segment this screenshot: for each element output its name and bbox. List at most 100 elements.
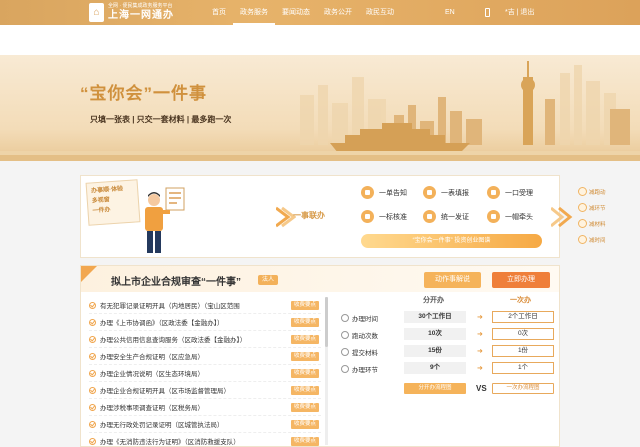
flow-step-notify: 一单告知 — [361, 186, 407, 199]
person-illustration — [145, 187, 185, 253]
arrow-right-icon: ➜ — [477, 314, 483, 321]
requirements-button[interactable]: 收费要点 — [290, 301, 319, 310]
value-separate: 30个工作日 — [404, 311, 466, 323]
apply-now-button[interactable]: 立即办理 — [492, 272, 550, 288]
compare-row-time: 办理时间 30个工作日 ➜ 2个工作日 — [336, 309, 556, 326]
check-icon — [89, 403, 96, 411]
value-combined: 0次 — [492, 328, 554, 340]
list-item[interactable]: 办理安全生产合规证明（区应急局） 收费要点 — [89, 348, 321, 365]
logo-emblem-icon: ⌂ — [89, 3, 104, 22]
vs-label: VS — [476, 384, 487, 393]
benefit-icon — [578, 235, 587, 244]
clock-icon — [341, 314, 349, 322]
list-item[interactable]: 办理《上市协调函》（区政法委【金融办】） 收费要点 — [89, 314, 321, 331]
flow-step-lead: 一帽牵头 — [487, 210, 533, 223]
check-icon — [89, 369, 96, 377]
benefit-less-steps: 减环节 — [578, 203, 606, 212]
compare-label: 提交材料 — [352, 350, 378, 357]
requirements-button[interactable]: 收费要点 — [290, 352, 319, 361]
flow-split-arrow-icon — [551, 206, 573, 228]
list-item[interactable]: 办理企业合规证明开具（区市场监督管理局） 收费要点 — [89, 382, 321, 399]
list-item[interactable]: 有无犯罪记录证明开具（内地居民）（宝山区范围 收费要点 — [89, 297, 321, 314]
mobile-icon[interactable] — [485, 8, 490, 17]
compare-row-materials: 提交材料 15份 ➜ 1份 — [336, 343, 556, 360]
flow-overview-card: 办事顺·体验 多视窗 一件办 一事联办 一单告知 一表填报 一口受理 一标核准 … — [80, 175, 606, 258]
requirements-button[interactable]: 收费要点 — [290, 403, 319, 412]
separate-flowchart-button[interactable]: 分开办流程图 — [404, 383, 466, 394]
sub-item-list: 有无犯罪记录证明开具（内地居民）（宝山区范围 收费要点 办理《上市协调函》（区政法… — [89, 297, 321, 447]
main-nav: 首页 政务服务 要闻动态 政务公开 政民互动 — [205, 0, 401, 25]
value-combined: 1个 — [492, 362, 554, 374]
benefit-less-trips: 减跑动 — [578, 187, 606, 196]
list-item[interactable]: 办理公共信用信息查询服务（区政法委【金融办】） 收费要点 — [89, 331, 321, 348]
flow-step-form: 一表填报 — [423, 186, 469, 199]
requirements-button[interactable]: 收费要点 — [290, 369, 319, 378]
flow-step-accept: 一口受理 — [487, 186, 533, 199]
list-item[interactable]: 办理企业情况说明（区生态环境局） 收费要点 — [89, 365, 321, 382]
compare-row-trips: 跑动次数 10次 ➜ 0次 — [336, 326, 556, 343]
nav-public[interactable]: 政务公开 — [317, 0, 359, 25]
benefit-icon — [578, 203, 587, 212]
compare-label: 办理环节 — [352, 367, 378, 374]
requirements-button[interactable]: 收费要点 — [290, 437, 319, 446]
value-combined: 1份 — [492, 345, 554, 357]
list-scrollbar[interactable] — [325, 297, 328, 445]
check-icon — [89, 352, 96, 360]
flow-center-label: 一事联办 — [293, 211, 325, 220]
site-logo[interactable]: ⌂ 全网 · 便民集成政务服务平台 上海一网通办 — [89, 2, 174, 23]
notice-icon — [361, 186, 374, 199]
check-icon — [89, 301, 96, 309]
flow-step-label: 一表填报 — [441, 189, 469, 197]
benefit-less-time: 减时间 — [578, 235, 606, 244]
benefit-label: 减跑动 — [589, 189, 606, 196]
list-item[interactable]: 办理《无消防违法行为证明》（区消防救援支队） 收费要点 — [89, 433, 321, 447]
applicant-type-badge: 法人 — [258, 275, 279, 285]
flow-step-label: 统一发证 — [441, 213, 469, 221]
compare-label: 跑动次数 — [352, 333, 378, 340]
flow-step-label: 一帽牵头 — [505, 213, 533, 221]
benefit-label: 减环节 — [589, 205, 606, 212]
nav-news[interactable]: 要闻动态 — [275, 0, 317, 25]
combined-flowchart-button[interactable]: 一次办流程图 — [492, 383, 554, 394]
video-guide-button[interactable]: 动作事解说 — [424, 272, 481, 288]
nav-interaction[interactable]: 政民互动 — [359, 0, 401, 25]
accept-icon — [487, 186, 500, 199]
requirements-button[interactable]: 收费要点 — [290, 386, 319, 395]
flow-step-label: 一单告知 — [379, 189, 407, 197]
certificate-icon — [423, 210, 436, 223]
compare-label: 办理时间 — [352, 316, 378, 323]
walk-icon — [341, 331, 349, 339]
value-combined: 2个工作日 — [492, 311, 554, 323]
flow-step-issue: 统一发证 — [423, 210, 469, 223]
service-document-illustration: 办事顺·体验 多视窗 一件办 — [85, 179, 141, 226]
list-item[interactable]: 办理无行政处罚记录证明（区城管执法局） 收费要点 — [89, 416, 321, 433]
list-item[interactable]: 办理涉税事项调查证明（区税务局） 收费要点 — [89, 399, 321, 416]
doc-line: 一件办 — [92, 207, 111, 215]
logo-subtitle: 全网 · 便民集成政务服务平台 — [108, 3, 173, 9]
flow-step-label: 一口受理 — [505, 189, 533, 197]
benefit-label: 减时间 — [589, 237, 606, 244]
flow-step-label: 一标核准 — [379, 213, 407, 221]
verify-icon — [361, 210, 374, 223]
check-icon — [89, 318, 96, 326]
benefit-label: 减材料 — [589, 221, 606, 228]
value-separate: 9个 — [404, 362, 466, 374]
nav-services[interactable]: 政务服务 — [233, 0, 275, 25]
check-icon — [89, 335, 96, 343]
user-menu[interactable]: *吉 | 退出 — [505, 0, 534, 25]
corner-ribbon — [81, 266, 97, 282]
benefit-icon — [578, 187, 587, 196]
investment-map-button[interactable]: “宝你会一件事” 投资创业图谱 — [361, 234, 542, 248]
arrow-right-icon: ➜ — [477, 348, 483, 355]
requirements-button[interactable]: 收费要点 — [290, 335, 319, 344]
header-spacer — [0, 25, 640, 55]
hero-banner: “宝你会”一件事 只填一张表 | 只交一套材料 | 最多跑一次 — [0, 55, 640, 161]
requirements-button[interactable]: 收费要点 — [290, 420, 319, 429]
lead-icon — [487, 210, 500, 223]
banner-subtitle: 只填一张表 | 只交一套材料 | 最多跑一次 — [90, 115, 232, 124]
top-navbar: ⌂ 全网 · 便民集成政务服务平台 上海一网通办 首页 政务服务 要闻动态 政务… — [0, 0, 640, 25]
header-combined: 一次办 — [510, 297, 531, 304]
nav-home[interactable]: 首页 — [205, 0, 233, 25]
requirements-button[interactable]: 收费要点 — [290, 318, 319, 327]
language-switch[interactable]: EN — [445, 0, 455, 25]
